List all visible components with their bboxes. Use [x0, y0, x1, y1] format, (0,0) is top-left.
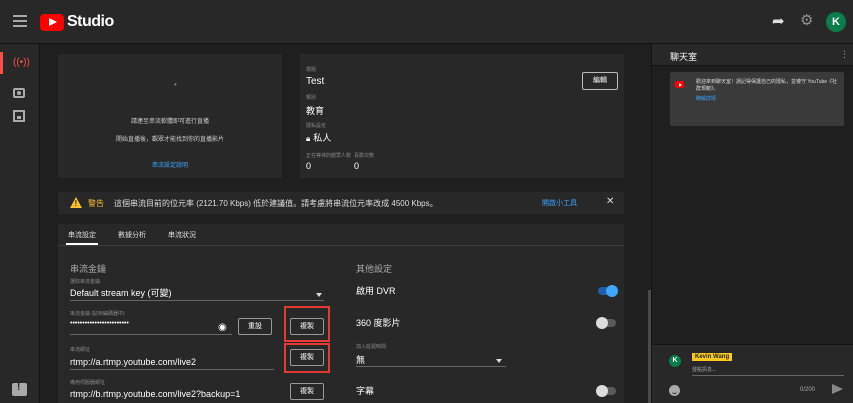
delay-label: 加入延遲時間 — [356, 344, 387, 350]
privacy-label: 隱私設定 — [306, 123, 327, 129]
copy-key-button[interactable]: 複製 — [290, 318, 324, 335]
chat-avatar: K — [669, 355, 681, 367]
tab-bar: 串流設定 數據分析 串流狀況 — [58, 224, 624, 246]
char-counter: 0/200 — [800, 387, 816, 393]
youtube-icon — [675, 81, 684, 88]
stream-category: 教育 — [306, 106, 325, 116]
waiting-count: 0 — [306, 161, 312, 171]
eye-icon[interactable]: ◉ — [218, 323, 229, 333]
live-icon: ((•)) — [13, 57, 30, 68]
learn-more-link[interactable]: 瞭解詳情 — [696, 95, 716, 102]
captions-label: 字幕 — [356, 386, 375, 396]
vr-toggle[interactable] — [596, 317, 616, 329]
captions-toggle[interactable] — [596, 385, 616, 397]
chat-welcome-message: 歡迎來到聊天室！請記得保護自己的隱私，並遵守 YouTube《社群規範》。 瞭解… — [670, 72, 844, 126]
backup-url-field[interactable]: rtmp://b.rtmp.youtube.com/live2?backup=1 — [70, 389, 240, 399]
stream-key-select[interactable]: Default stream key (可變) — [70, 286, 172, 299]
reset-button[interactable]: 重設 — [238, 318, 272, 335]
warning-label: 警告 — [88, 199, 104, 208]
other-settings-section-title: 其他設定 — [356, 264, 393, 274]
more-vert-icon[interactable]: ⋮ — [840, 49, 849, 60]
title-label: 標題 — [306, 67, 317, 73]
chat-message-input[interactable]: 發點訊息... — [692, 366, 716, 373]
chevron-down-icon[interactable] — [496, 359, 502, 363]
left-rail: ((•)) — [0, 44, 40, 403]
warning-icon — [70, 197, 82, 208]
dvr-label: 啟用 DVR — [356, 286, 396, 296]
stream-key-select-label: 選取串流金鑰 — [70, 279, 101, 285]
stream-key-label: 串流金鑰 (貼到編碼器中) — [70, 311, 125, 317]
welcome-text: 歡迎來到聊天室！請記得保護自己的隱私，並遵守 YouTube《社群規範》。 — [696, 79, 838, 92]
calendar-icon — [13, 110, 25, 122]
main-panel: 標題 Test 類別 教育 隱私設定 🔒︎ 私人 正在等待的觀眾人數 0 喜歡次數… — [40, 44, 651, 403]
chat-input-area: K Kevin Wang 發點訊息... 0/200 — [652, 344, 853, 403]
tab-stream-settings[interactable]: 串流設定 — [66, 230, 98, 245]
preview-hint-1: 請連至串流軟體即可進行直播 — [130, 119, 209, 125]
top-bar: Studio ➦ ⚙ K — [0, 0, 853, 44]
chat-header: 聊天室 ⋮ — [652, 44, 853, 66]
preview-hint-2: 開始直播後，觀眾才能找到你的直播影片 — [115, 137, 224, 143]
setup-help-link[interactable]: 串流設定說明 — [58, 160, 282, 169]
studio-logo[interactable]: Studio — [40, 12, 114, 32]
youtube-logo-icon — [40, 13, 64, 31]
emoji-icon[interactable] — [669, 385, 680, 396]
likes-label: 喜歡次數 — [354, 153, 375, 159]
chat-user-name: Kevin Wang — [692, 353, 733, 361]
camera-icon — [13, 88, 25, 98]
rail-item-calendar[interactable] — [0, 102, 40, 132]
stream-settings-panel: 串流金鑰 選取串流金鑰 Default stream key (可變) 串流金鑰… — [58, 246, 624, 403]
avatar[interactable]: K — [826, 12, 846, 32]
gear-icon[interactable]: ⚙ — [800, 13, 816, 29]
privacy-value: 🔒︎ 私人 — [306, 131, 331, 144]
menu-icon[interactable] — [13, 15, 27, 27]
stream-url-label: 串流網址 — [70, 347, 91, 353]
stream-title: Test — [306, 76, 325, 87]
tab-analytics[interactable]: 數據分析 — [118, 230, 146, 240]
send-icon[interactable] — [832, 384, 843, 394]
stream-key-field[interactable]: •••••••••••••••••••••••• — [70, 320, 129, 327]
stream-key-section-title: 串流金鑰 — [70, 264, 107, 274]
rail-item-live[interactable]: ((•)) — [0, 48, 40, 78]
logo-text: Studio — [67, 13, 114, 30]
stream-url-field[interactable]: rtmp://a.rtmp.youtube.com/live2 — [70, 357, 196, 367]
privacy-text: 私人 — [313, 133, 332, 143]
tab-stream-health[interactable]: 串流狀況 — [168, 230, 196, 240]
vr-label: 360 度影片 — [356, 318, 401, 328]
copy-backup-button[interactable]: 複製 — [290, 383, 324, 400]
category-label: 類別 — [306, 95, 317, 101]
chevron-down-icon[interactable] — [316, 293, 322, 297]
loading-dot: • — [174, 80, 177, 89]
backup-url-label: 備用伺服器網址 — [70, 380, 106, 386]
likes-count: 0 — [354, 161, 360, 171]
copy-url-button[interactable]: 複製 — [290, 349, 324, 366]
chat-title: 聊天室 — [670, 52, 698, 62]
warning-text: 這個串流目前的位元率 (2121.70 Kbps) 低於建議值。請考慮將串流位元… — [114, 199, 438, 208]
chat-panel: 聊天室 ⋮ 歡迎來到聊天室！請記得保護自己的隱私，並遵守 YouTube《社群規… — [651, 44, 853, 403]
waiting-label: 正在等待的觀眾人數 — [306, 153, 352, 159]
delay-select[interactable]: 無 — [356, 353, 365, 366]
edit-button[interactable]: 編輯 — [582, 72, 618, 90]
open-widget-link[interactable]: 開啟小工具 — [542, 198, 577, 208]
stream-preview: • 請連至串流軟體即可進行直播 開始直播後，觀眾才能找到你的直播影片 串流設定說… — [58, 54, 282, 178]
close-icon[interactable]: ✕ — [606, 196, 614, 207]
dvr-toggle[interactable] — [598, 285, 618, 297]
feedback-icon[interactable] — [12, 382, 27, 396]
bitrate-warning-banner: 警告 這個串流目前的位元率 (2121.70 Kbps) 低於建議值。請考慮將串… — [58, 192, 624, 214]
share-icon[interactable]: ➦ — [772, 14, 788, 29]
lock-icon: 🔒︎ — [306, 134, 311, 143]
